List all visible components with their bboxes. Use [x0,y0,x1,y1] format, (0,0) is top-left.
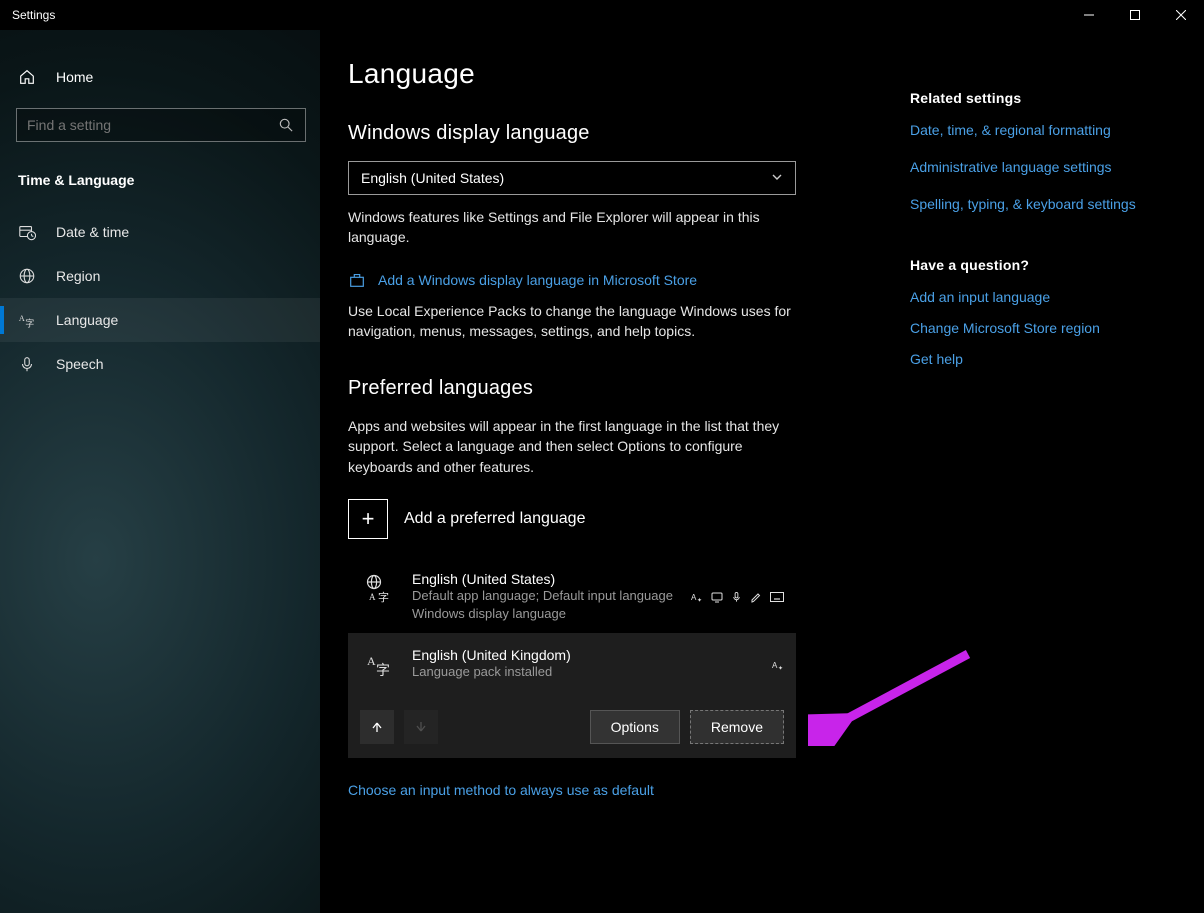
preferred-languages-heading: Preferred languages [348,377,874,400]
spelling-typing-link[interactable]: Spelling, typing, & keyboard settings [910,194,1154,215]
svg-text:✦: ✦ [697,597,702,603]
display-icon [711,591,723,603]
language-a-icon: A 字 [360,647,398,681]
nav-item-label: Date & time [56,224,129,240]
svg-text:字: 字 [378,590,389,603]
admin-language-link[interactable]: Administrative language settings [910,157,1154,178]
nav-item-label: Region [56,268,100,284]
nav-item-label: Speech [56,356,103,372]
globe-icon [18,267,36,285]
nav-region[interactable]: Region [0,254,320,298]
display-language-desc: Windows features like Settings and File … [348,207,798,248]
handwriting-icon [750,591,762,603]
window-title: Settings [12,8,55,22]
nav-speech[interactable]: Speech [0,342,320,386]
language-subtitle: Language pack installed [412,663,758,681]
close-button[interactable] [1158,0,1204,30]
search-input[interactable] [27,117,277,133]
nav-home[interactable]: Home [0,58,320,96]
sidebar-category: Time & Language [0,160,320,210]
options-button[interactable]: Options [590,710,680,744]
svg-text:A: A [367,654,376,668]
search-input-wrap[interactable] [16,108,306,142]
experience-packs-desc: Use Local Experience Packs to change the… [348,301,798,342]
remove-button[interactable]: Remove [690,710,784,744]
store-link[interactable]: Add a Windows display language in Micros… [378,270,697,291]
related-settings-heading: Related settings [910,90,1154,106]
date-time-regional-link[interactable]: Date, time, & regional formatting [910,120,1154,141]
nav-language[interactable]: A字 Language [0,298,320,342]
window-controls [1066,0,1204,30]
speech-mic-icon [731,591,742,603]
svg-text:✦: ✦ [778,665,783,671]
add-input-language-link[interactable]: Add an input language [910,287,1154,308]
svg-text:字: 字 [25,317,34,328]
page-title: Language [348,58,874,90]
language-a-icon: A字 [18,311,36,329]
chevron-down-icon [771,170,783,186]
svg-text:字: 字 [376,663,390,679]
change-store-region-link[interactable]: Change Microsoft Store region [910,318,1154,339]
nav-date-time[interactable]: Date & time [0,210,320,254]
maximize-button[interactable] [1112,0,1158,30]
add-preferred-language[interactable]: + Add a preferred language [348,499,874,539]
sidebar: Home Time & Language Date & time [0,30,320,913]
get-help-link[interactable]: Get help [910,349,1154,370]
store-icon [348,271,366,289]
display-language-selected: English (United States) [361,170,504,186]
move-up-button[interactable] [360,710,394,744]
language-item-en-gb[interactable]: A 字 English (United Kingdom) Language pa… [348,633,796,757]
preferred-languages-desc: Apps and websites will appear in the fir… [348,416,798,477]
display-language-heading: Windows display language [348,122,874,145]
keyboard-icon [770,592,784,602]
home-icon [18,68,36,86]
right-pane: Related settings Date, time, & regional … [910,30,1174,913]
microphone-icon [18,355,36,373]
minimize-button[interactable] [1066,0,1112,30]
text-to-speech-icon: A✦ [772,659,784,671]
add-preferred-language-label: Add a preferred language [404,510,585,528]
svg-text:A: A [19,314,25,323]
language-name: English (United States) [412,571,677,587]
move-down-button [404,710,438,744]
language-name: English (United Kingdom) [412,647,758,663]
language-feature-icons: A✦ [691,571,784,623]
language-item-en-us[interactable]: A 字 English (United States) Default app … [348,561,796,633]
nav-home-label: Home [56,69,93,85]
svg-text:A: A [369,592,376,602]
display-language-select[interactable]: English (United States) [348,161,796,195]
language-feature-icons: A✦ [772,647,784,681]
nav-item-label: Language [56,312,118,328]
globe-language-icon: A 字 [360,571,398,623]
plus-icon: + [348,499,388,539]
text-to-speech-icon: A✦ [691,591,703,603]
have-question-heading: Have a question? [910,257,1154,273]
titlebar: Settings [0,0,1204,30]
choose-input-method-link[interactable]: Choose an input method to always use as … [348,780,874,801]
main-pane: Language Windows display language Englis… [320,30,910,913]
search-icon [277,116,295,134]
calendar-clock-icon [18,223,36,241]
language-subtitle: Default app language; Default input lang… [412,587,677,623]
